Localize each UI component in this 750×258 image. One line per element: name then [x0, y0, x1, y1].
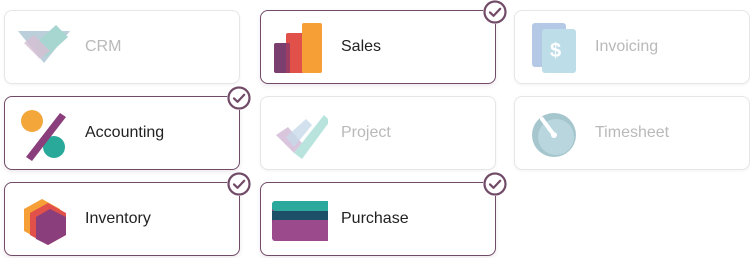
crm-icon: [18, 25, 70, 63]
purchase-icon: [272, 201, 328, 241]
project-icon: [276, 115, 328, 159]
app-card-timesheet[interactable]: Timesheet: [514, 96, 750, 170]
app-label: CRM: [85, 38, 122, 55]
app-card-project[interactable]: Project: [260, 96, 496, 170]
app-card-sales[interactable]: Sales: [260, 0, 507, 84]
svg-text:$: $: [550, 40, 561, 62]
app-label: Accounting: [85, 124, 165, 141]
accounting-icon: [21, 110, 66, 161]
invoicing-icon: $: [532, 23, 576, 73]
app-card-inventory[interactable]: Inventory: [4, 172, 251, 256]
app-label: Sales: [341, 38, 382, 55]
inventory-icon: [24, 199, 66, 245]
app-label: Invoicing: [595, 38, 659, 55]
app-label: Purchase: [341, 210, 409, 227]
check-icon: [227, 86, 251, 110]
check-icon: [483, 0, 507, 24]
app-card-crm[interactable]: CRM: [4, 10, 240, 84]
app-card-purchase[interactable]: Purchase: [260, 172, 507, 256]
app-card-invoicing[interactable]: $ Invoicing: [514, 10, 750, 84]
check-icon: [483, 172, 507, 196]
app-label: Inventory: [85, 210, 151, 227]
app-label: Project: [341, 124, 391, 141]
check-icon: [227, 172, 251, 196]
app-card-accounting[interactable]: Accounting: [4, 86, 251, 170]
app-label: Timesheet: [595, 124, 670, 141]
sales-icon: [274, 23, 322, 73]
timesheet-icon: [532, 113, 576, 157]
